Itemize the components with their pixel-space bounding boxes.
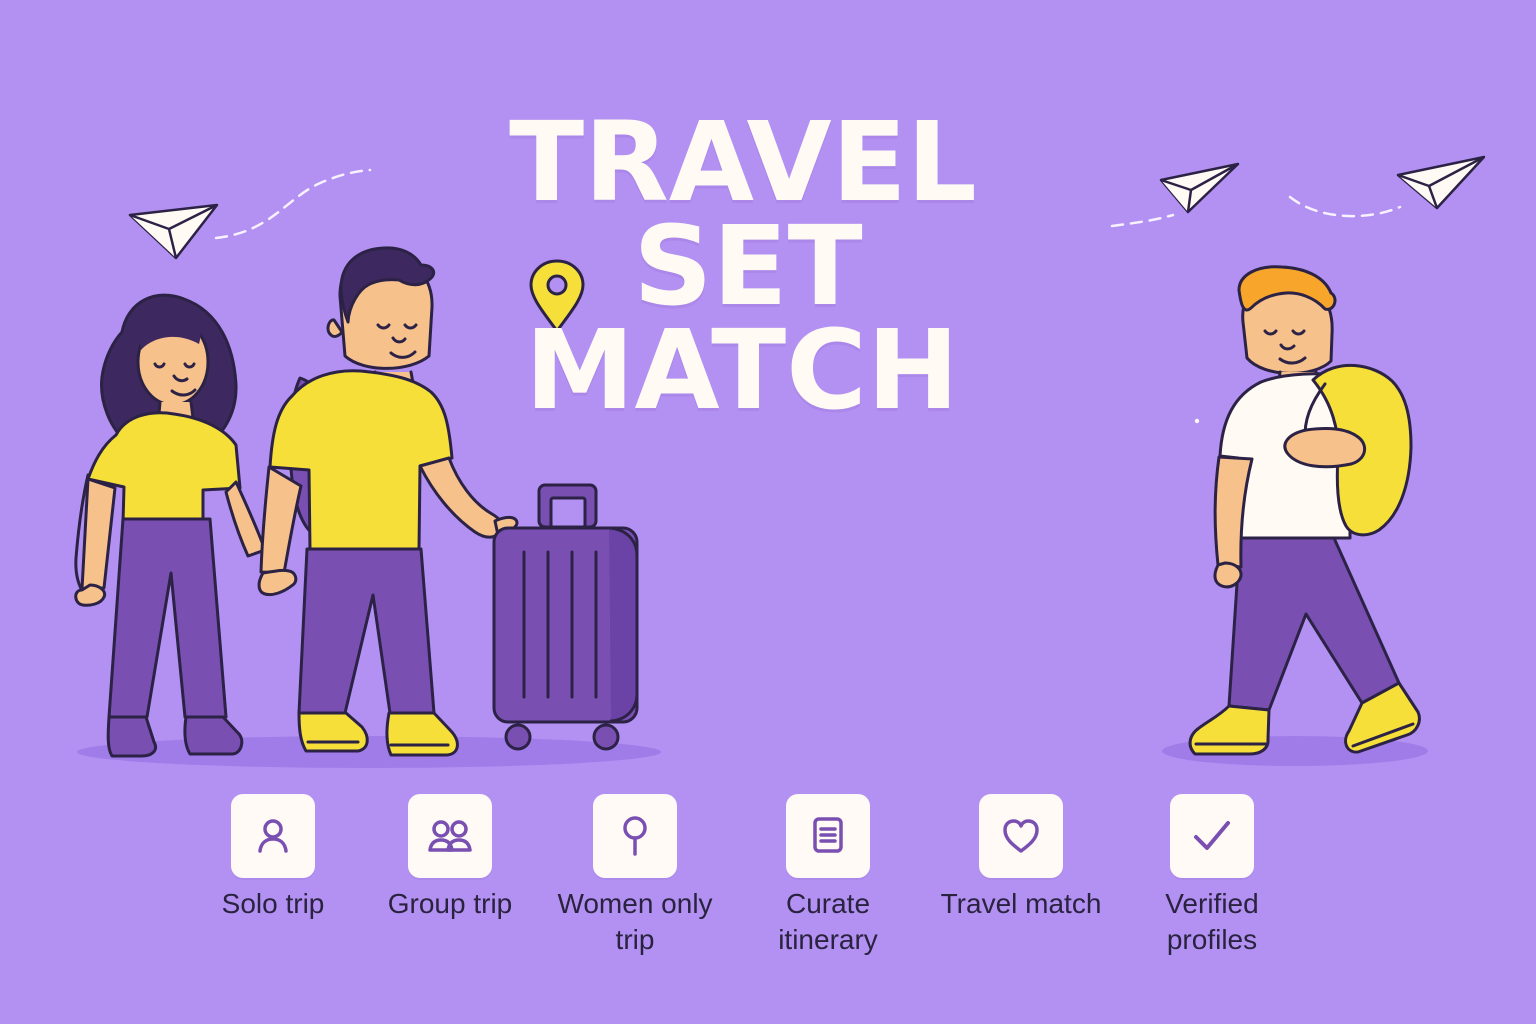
paper-plane-right-2-icon xyxy=(1396,155,1486,210)
travel-set-match-scene: TRAVEL SET MATCH Solo trip Group trip Wo… xyxy=(0,0,1536,1024)
ground-shadow-left xyxy=(77,736,661,768)
title-line-match: MATCH xyxy=(525,306,959,435)
feature-travel-match[interactable]: Travel match xyxy=(926,794,1116,964)
solo-trip-icon-box xyxy=(231,794,315,878)
feature-group-trip[interactable]: Group trip xyxy=(355,794,545,964)
group-icon xyxy=(428,820,472,852)
paper-plane-right-1-icon xyxy=(1159,162,1240,214)
feature-label: Solo trip xyxy=(221,888,325,919)
feature-women-only-trip[interactable]: Women only trip xyxy=(540,794,730,964)
checkmark-icon xyxy=(1194,821,1230,850)
decorative-dot xyxy=(1194,418,1200,424)
location-pin-icon xyxy=(623,816,647,856)
paper-plane-left-icon xyxy=(128,203,219,260)
feature-solo-trip[interactable]: Solo trip xyxy=(178,794,368,964)
women-only-trip-icon-box xyxy=(593,794,677,878)
feature-label: Curate itinerary xyxy=(778,888,878,955)
verified-profiles-icon-box xyxy=(1170,794,1254,878)
feature-list: Solo trip Group trip Women only trip Cur… xyxy=(170,794,1290,964)
dashed-path-left xyxy=(214,168,372,240)
group-trip-icon-box xyxy=(408,794,492,878)
document-icon xyxy=(813,817,843,853)
dashed-path-right-2 xyxy=(1288,195,1402,218)
feature-verified-profiles[interactable]: Verified profiles xyxy=(1117,794,1307,964)
travel-match-icon-box xyxy=(979,794,1063,878)
hero-title: TRAVEL SET MATCH xyxy=(468,107,1028,472)
title-line-travel: TRAVEL xyxy=(509,98,977,226)
backpacker-character xyxy=(1188,265,1421,756)
feature-label: Group trip xyxy=(387,888,513,919)
woman-character xyxy=(74,293,267,758)
feature-label: Travel match xyxy=(940,888,1102,919)
heart-icon xyxy=(1003,819,1039,853)
curate-itinerary-icon-box xyxy=(786,794,870,878)
feature-label: Verified profiles xyxy=(1165,888,1259,955)
person-icon xyxy=(258,819,288,853)
dashed-path-right-1 xyxy=(1110,213,1175,228)
feature-label: Women only trip xyxy=(557,888,713,955)
title-line-set: SET xyxy=(633,202,863,331)
feature-curate-itinerary[interactable]: Curate itinerary xyxy=(733,794,923,964)
